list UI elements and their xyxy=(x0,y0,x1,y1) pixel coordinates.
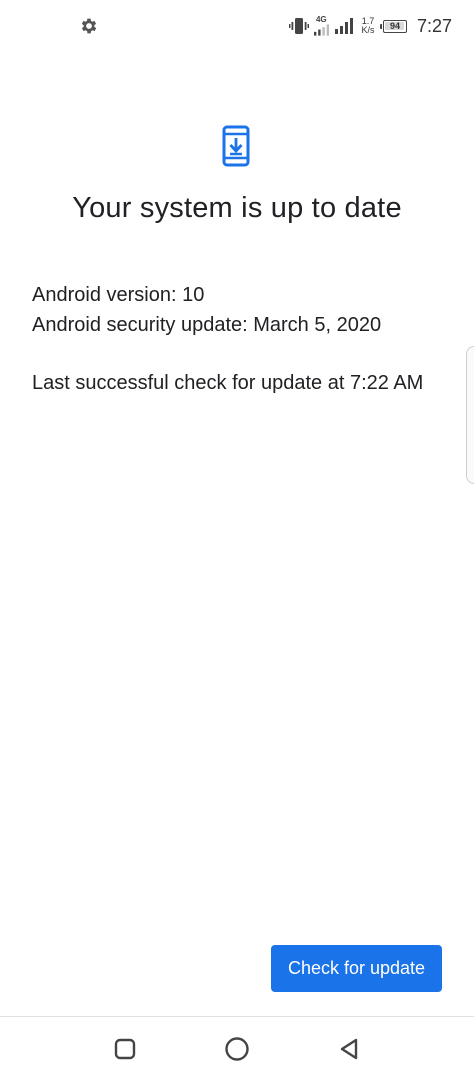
home-button[interactable] xyxy=(223,1035,251,1063)
signal-strength-icon xyxy=(334,18,353,34)
network-speed-unit: K/s xyxy=(361,25,375,35)
security-update-text: Android security update: March 5, 2020 xyxy=(32,314,382,336)
battery-icon: 94 xyxy=(379,19,407,33)
gear-icon xyxy=(81,18,97,34)
network-speed: 1.7 K/s xyxy=(359,17,377,35)
status-icons: 4G 1.7 K/s 94 7:27 xyxy=(288,14,452,38)
home-icon xyxy=(225,1037,249,1061)
vibrate-icon xyxy=(288,18,309,34)
recents-button[interactable] xyxy=(111,1035,139,1063)
check-for-update-button[interactable]: Check for update xyxy=(271,945,442,992)
page-title: Your system is up to date xyxy=(72,192,402,224)
system-update-screen: 4G 1.7 K/s 94 7:27 Your system is up to … xyxy=(0,0,474,1079)
network-4g-indicator: 4G xyxy=(313,15,331,37)
battery-level: 94 xyxy=(389,21,400,31)
edge-panel-handle[interactable] xyxy=(466,346,474,484)
last-check-text: Last successful check for update at 7:22… xyxy=(32,372,424,394)
status-time: 7:27 xyxy=(416,15,452,36)
version-info: Android version: 10 Android security upd… xyxy=(32,280,452,340)
system-update-icon xyxy=(222,125,250,167)
android-version-text: Android version: 10 xyxy=(32,284,205,306)
back-button[interactable] xyxy=(335,1035,363,1063)
signal-icon xyxy=(313,24,329,36)
network-type-label: 4G xyxy=(315,15,327,24)
status-bar: 4G 1.7 K/s 94 7:27 xyxy=(0,0,474,52)
navigation-bar xyxy=(0,1017,474,1079)
recents-icon xyxy=(114,1038,136,1060)
back-icon xyxy=(340,1038,358,1060)
